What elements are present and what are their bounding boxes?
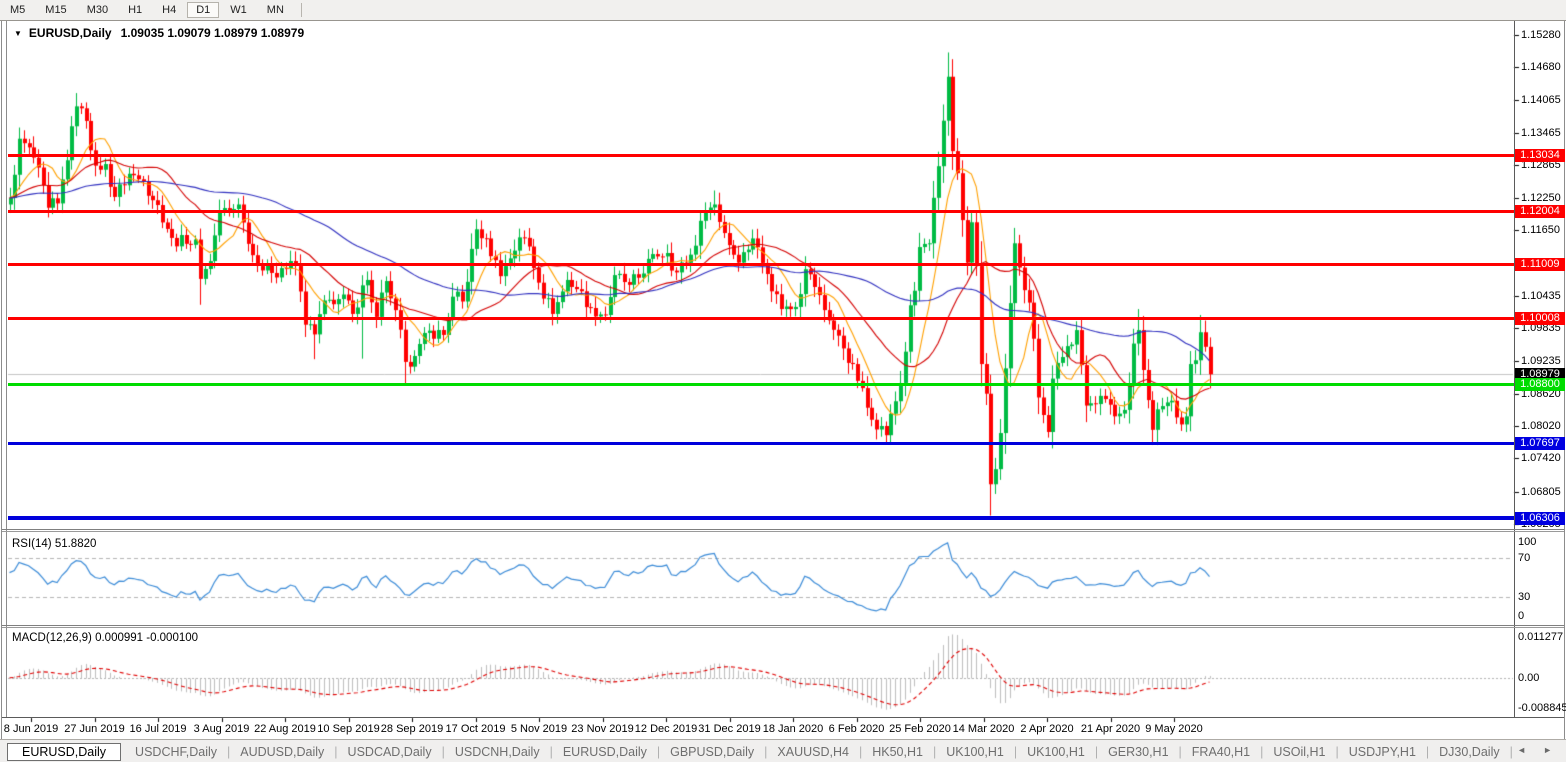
price-tick-label: 1.08020 — [1521, 420, 1561, 432]
timeframe-button-D1[interactable]: D1 — [187, 2, 219, 18]
date-tick-label: 22 Aug 2019 — [254, 723, 316, 735]
date-tick-label: 27 Jun 2019 — [64, 723, 125, 735]
date-tick-label: 8 Jun 2019 — [4, 723, 58, 735]
date-tick-label: 6 Feb 2020 — [829, 723, 885, 735]
tab-scroll-right-icon[interactable]: ► — [1543, 745, 1552, 755]
chart-tab-FRA40-H1[interactable]: FRA40,H1 — [1182, 745, 1260, 759]
chart-symbol-label: EURUSD,Daily — [29, 26, 112, 40]
macd-scale-label: 0.00 — [1518, 672, 1539, 684]
resistance-line-1.11009[interactable] — [8, 263, 1514, 266]
price-level-badge: 1.07697 — [1515, 437, 1565, 450]
date-tick-label: 17 Oct 2019 — [446, 723, 506, 735]
chart-tab-GER30-H1[interactable]: GER30,H1 — [1098, 745, 1178, 759]
date-tick-label: 21 Apr 2020 — [1081, 723, 1140, 735]
chart-tab-EURUSD-Daily[interactable]: EURUSD,Daily — [7, 743, 121, 761]
macd-scale-label: -0.008845 — [1518, 702, 1566, 714]
price-tick-label: 1.14065 — [1521, 94, 1561, 106]
price-tick-label: 1.14680 — [1521, 61, 1561, 73]
chart-dropdown-icon[interactable]: ▼ — [14, 29, 22, 38]
date-tick-label: 3 Aug 2019 — [194, 723, 250, 735]
price-level-badge: 1.11009 — [1515, 258, 1565, 271]
window-border-left-inner — [6, 21, 7, 717]
date-tick-label: 14 Mar 2020 — [953, 723, 1015, 735]
timeframe-button-W1[interactable]: W1 — [221, 2, 256, 18]
date-tick-label: 28 Sep 2019 — [381, 723, 443, 735]
macd-scale-label: 0.011277 — [1518, 631, 1563, 643]
chart-tab-USOil-H1[interactable]: USOil,H1 — [1263, 745, 1335, 759]
pane-separator-rsi-top[interactable] — [2, 529, 1564, 530]
price-level-badge: 1.10008 — [1515, 312, 1565, 325]
chart-tab-GBPUSD-Daily[interactable]: GBPUSD,Daily — [660, 745, 764, 759]
tab-scroll-left-icon[interactable]: ◄ — [1517, 745, 1526, 755]
chart-tab-USDCHF-Daily[interactable]: USDCHF,Daily — [125, 745, 227, 759]
date-tick-label: 12 Dec 2019 — [635, 723, 697, 735]
price-tick-label: 1.10435 — [1521, 290, 1561, 302]
date-tick-label: 25 Feb 2020 — [889, 723, 951, 735]
timeframe-button-H4[interactable]: H4 — [153, 2, 185, 18]
chart-tab-USDCNH-Daily[interactable]: USDCNH,Daily — [445, 745, 550, 759]
chart-tab-UK100-H1[interactable]: UK100,H1 — [1017, 745, 1095, 759]
price-level-badge: 1.08800 — [1515, 378, 1565, 391]
tab-divider: | — [1510, 745, 1513, 759]
price-tick-label: 1.09235 — [1521, 355, 1561, 367]
date-tick-label: 16 Jul 2019 — [130, 723, 187, 735]
timeframe-button-M15[interactable]: M15 — [36, 2, 75, 18]
price-level-badge: 1.13034 — [1515, 149, 1565, 162]
date-tick-label: 23 Nov 2019 — [571, 723, 633, 735]
toolbar-divider — [301, 3, 302, 17]
price-level-badge: 1.06306 — [1515, 512, 1565, 525]
macd-indicator-label: MACD(12,26,9) 0.000991 -0.000100 — [12, 632, 198, 644]
rsi-scale-label: 0 — [1518, 610, 1524, 622]
chart-tab-USDCAD-Daily[interactable]: USDCAD,Daily — [338, 745, 442, 759]
chart-tab-DJ30-Daily[interactable]: DJ30,Daily — [1429, 745, 1509, 759]
price-tick-label: 1.07420 — [1521, 452, 1561, 464]
chart-title: ▼ EURUSD,Daily 1.09035 1.09079 1.08979 1.0… — [14, 26, 304, 40]
timeframe-button-H1[interactable]: H1 — [119, 2, 151, 18]
resistance-line-1.12004[interactable] — [8, 210, 1514, 213]
price-tick-label: 1.06805 — [1521, 486, 1561, 498]
resistance-line-1.13034[interactable] — [8, 154, 1514, 157]
rsi-indicator-label: RSI(14) 51.8820 — [12, 538, 96, 550]
trading-terminal-window: { "toolbar": { "timeframes": ["M5","M15"… — [0, 0, 1566, 762]
price-tick-label: 1.11650 — [1521, 224, 1560, 236]
price-tick-label: 1.13465 — [1521, 127, 1561, 139]
price-tick-label: 1.12250 — [1521, 192, 1561, 204]
date-tick-label: 9 May 2020 — [1145, 723, 1202, 735]
support-line-1.088[interactable] — [8, 383, 1514, 386]
resistance-line-1.10008[interactable] — [8, 317, 1514, 320]
chart-tab-AUDUSD-Daily[interactable]: AUDUSD,Daily — [230, 745, 334, 759]
date-tick-label: 18 Jan 2020 — [763, 723, 824, 735]
timeframe-toolbar: M5M15M30H1H4D1W1MN — [0, 0, 1566, 21]
support-line-1.07697[interactable] — [8, 442, 1514, 445]
rsi-scale-label: 70 — [1518, 552, 1530, 564]
pane-separator-rsi-bottom — [2, 531, 1564, 532]
chart-tab-HK50-H1[interactable]: HK50,H1 — [862, 745, 933, 759]
chart-canvas[interactable] — [0, 0, 1566, 762]
pane-separator-macd-bottom — [2, 627, 1564, 628]
price-tick-label: 1.15280 — [1521, 29, 1561, 41]
chart-tab-bar: EURUSD,DailyUSDCHF,Daily|AUDUSD,Daily|US… — [0, 739, 1566, 762]
support-line-1.06306[interactable] — [8, 516, 1514, 520]
timeframe-button-M30[interactable]: M30 — [78, 2, 117, 18]
chart-tab-USDJPY-H1[interactable]: USDJPY,H1 — [1339, 745, 1426, 759]
chart-tab-UK100-H1[interactable]: UK100,H1 — [936, 745, 1014, 759]
date-tick-label: 2 Apr 2020 — [1020, 723, 1073, 735]
price-level-badge: 1.12004 — [1515, 205, 1565, 218]
date-tick-label: 5 Nov 2019 — [511, 723, 567, 735]
chart-tab-XAUUSD-H4[interactable]: XAUUSD,H4 — [767, 745, 859, 759]
chart-ohlc-values: 1.09035 1.09079 1.08979 1.08979 — [121, 26, 305, 40]
rsi-scale-label: 100 — [1518, 536, 1536, 548]
time-axis-line — [2, 717, 1564, 718]
pane-separator-macd-top[interactable] — [2, 625, 1564, 626]
window-border-left-outer — [1, 21, 2, 739]
timeframe-button-MN[interactable]: MN — [258, 2, 293, 18]
date-tick-label: 10 Sep 2019 — [317, 723, 379, 735]
date-tick-label: 31 Dec 2019 — [698, 723, 760, 735]
rsi-scale-label: 30 — [1518, 591, 1530, 603]
timeframe-button-M5[interactable]: M5 — [1, 2, 34, 18]
chart-tab-EURUSD-Daily[interactable]: EURUSD,Daily — [553, 745, 657, 759]
